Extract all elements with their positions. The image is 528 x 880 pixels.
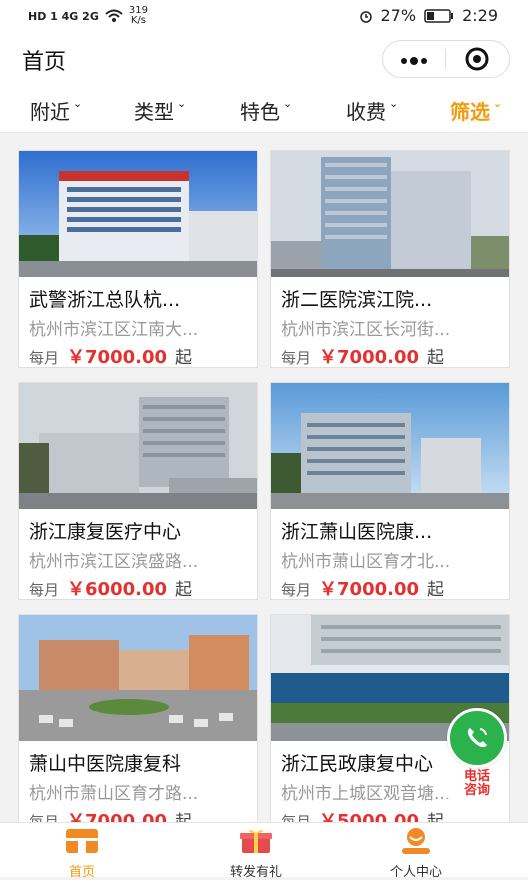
price-suffix: 起 [175,348,192,368]
institution-photo [271,151,509,277]
price-suffix: 起 [175,580,192,600]
price-suffix: 起 [427,812,444,822]
institution-address: 杭州市滨江区长河街... [281,320,451,340]
institution-photo [19,383,257,509]
clock: 2:29 [462,6,498,25]
price-row: 每月 ￥7000.00 起 [29,807,192,822]
institution-address: 杭州市萧山区育才路... [29,784,199,804]
institution-name: 浙江萧山医院康... [281,521,433,543]
price-suffix: 起 [175,812,192,822]
filter-label: 特色 [240,100,280,124]
mini-program-capsule [382,40,510,78]
user-icon [402,828,430,854]
phone-icon [447,708,507,768]
institution-card[interactable]: 浙江萧山医院康... 杭州市萧山区育才北... 每月 ￥7000.00 起 [270,382,510,600]
tab-label: 转发有礼 [229,865,282,880]
institution-photo [271,383,509,509]
phone-consult-button[interactable]: 电话 咨询 [446,708,508,798]
institution-card[interactable]: 萧山中医院康复科 杭州市萧山区育才路... 每月 ￥7000.00 起 [18,614,258,822]
institution-name: 武警浙江总队杭... [29,289,181,311]
institution-name: 浙二医院滨江院... [281,289,433,311]
price-value: ￥7000.00 [319,347,419,368]
price-row: 每月 ￥5000.00 起 [281,807,444,822]
tab-profile[interactable]: 个人中心 [356,827,476,880]
status-left: HD 1 4G 2G 319 K/s [28,6,148,26]
target-icon [465,47,489,71]
speed-unit: K/s [130,15,146,26]
price-prefix: 每月 [29,581,60,599]
network-speed: 319 K/s [129,6,148,26]
status-bar: HD 1 4G 2G 319 K/s 27% 2:29 [0,0,528,32]
chevron-down-icon: ⌄ [493,97,503,110]
price-row: 每月 ￥6000.00 起 [29,575,192,601]
price-suffix: 起 [427,348,444,368]
label-line-2: 咨询 [463,783,490,798]
filter-fee[interactable]: 收费 ⌄ [346,96,398,125]
price-prefix: 每月 [281,349,312,367]
label-line-1: 电话 [463,769,490,784]
title-bar: 首页 [0,32,528,84]
filter-label: 筛选 [450,100,490,124]
institution-card[interactable]: 武警浙江总队杭... 杭州市滨江区江南大... 每月 ￥7000.00 起 [18,150,258,368]
price-value: ￥5000.00 [319,811,419,822]
institution-card[interactable]: 浙二医院滨江院... 杭州市滨江区长河街... 每月 ￥7000.00 起 [270,150,510,368]
price-prefix: 每月 [29,349,60,367]
institution-photo [19,615,257,741]
chevron-down-icon: ⌄ [389,97,399,110]
institution-address: 杭州市滨江区滨盛路... [29,552,199,572]
price-prefix: 每月 [281,813,312,822]
filter-type[interactable]: 类型 ⌄ [134,96,186,125]
institution-name: 浙江康复医疗中心 [29,521,182,543]
price-row: 每月 ￥7000.00 起 [281,575,444,601]
wifi-icon [105,9,123,22]
page-title: 首页 [22,50,67,75]
price-prefix: 每月 [281,581,312,599]
alarm-icon [359,10,372,23]
battery-percent: 27% [380,6,417,25]
chevron-down-icon: ⌄ [177,97,187,110]
battery-icon [424,8,454,23]
institution-card[interactable]: 浙江康复医疗中心 杭州市滨江区滨盛路... 每月 ￥6000.00 起 [18,382,258,600]
price-value: ￥7000.00 [319,579,419,600]
tab-home[interactable]: 首页 [22,827,142,880]
institution-address: 杭州市滨江区江南大... [29,320,199,340]
signal-indicators: HD 1 4G 2G [28,9,99,23]
filter-label: 附近 [30,100,70,124]
gift-icon [240,829,272,853]
tab-label: 首页 [68,865,95,880]
institution-name: 萧山中医院康复科 [29,753,182,775]
filter-nearby[interactable]: 附近 ⌄ [30,96,82,125]
price-value: ￥7000.00 [67,811,167,822]
chevron-down-icon: ⌄ [283,97,293,110]
chevron-down-icon: ⌄ [73,97,83,110]
phone-consult-label: 电话 咨询 [446,770,508,798]
close-miniprogram-button[interactable] [446,46,508,72]
status-right: 27% 2:29 [359,6,498,25]
price-suffix: 起 [427,580,444,600]
tab-share-gift[interactable]: 转发有礼 [196,827,316,880]
price-prefix: 每月 [29,813,60,822]
filter-label: 收费 [346,100,386,124]
filter-feature[interactable]: 特色 ⌄ [240,96,292,125]
filter-bar: 附近 ⌄ 类型 ⌄ 特色 ⌄ 收费 ⌄ 筛选 ⌄ [0,84,528,133]
more-button[interactable] [383,47,445,72]
tab-label: 个人中心 [389,865,442,880]
home-icon [66,829,98,853]
filter-screen[interactable]: 筛选 ⌄ [450,96,502,125]
price-value: ￥7000.00 [67,347,167,368]
institution-address: 杭州市萧山区育才北... [281,552,451,572]
bottom-tab-bar: 首页 转发有礼 个人中心 [0,822,528,880]
price-value: ￥6000.00 [67,579,167,600]
price-row: 每月 ￥7000.00 起 [29,343,192,369]
institution-photo [19,151,257,277]
price-row: 每月 ￥7000.00 起 [281,343,444,369]
filter-label: 类型 [134,100,174,124]
more-dots-icon [401,56,427,65]
